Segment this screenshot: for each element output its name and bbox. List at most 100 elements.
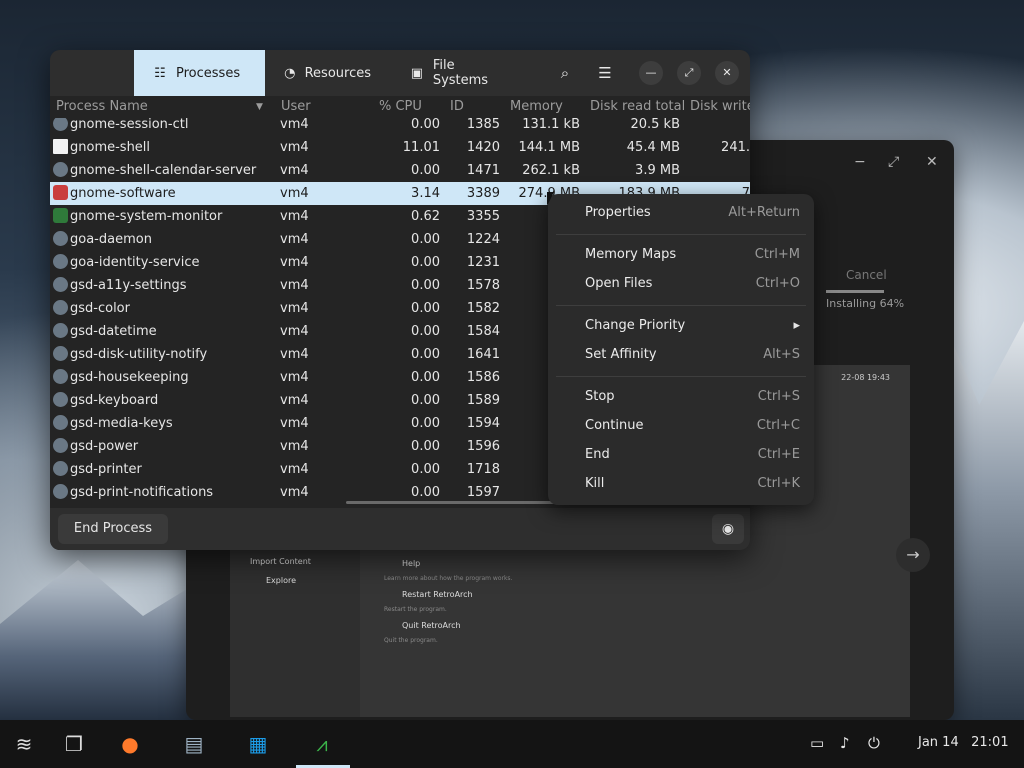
cell-cpu: 0.00 [411,163,440,178]
retroarch-date: 22-08 19:43 [841,373,890,382]
menu-item-end[interactable]: End Ctrl+E [548,441,814,469]
cell-cpu: 0.62 [411,209,440,224]
retroarch-quit-item[interactable]: Quit RetroArch [402,621,461,630]
retroarch-sidebar-explore[interactable]: Explore [266,576,296,585]
menu-item-set-affinity[interactable]: Set Affinity Alt+S [548,341,814,369]
cell-process-name: gsd-keyboard [70,393,159,408]
process-icon [53,139,68,154]
col-disk-write[interactable]: Disk write [690,99,750,114]
col-user[interactable]: User [281,99,311,114]
power-icon[interactable]: ⏻ [868,734,880,752]
tab-file-systems[interactable]: ▣ File Systems [391,50,531,96]
cell-cpu: 0.00 [411,278,440,293]
search-icon[interactable]: ⌕ [553,61,577,85]
menu-separator [556,305,806,306]
menu-item-kill[interactable]: Kill Ctrl+K [548,470,814,498]
bg-minimize-icon[interactable]: − [854,154,866,170]
workspaces-icon[interactable]: ❐ [60,730,88,758]
network-icon[interactable]: ▭ [810,734,824,752]
menu-item-stop[interactable]: Stop Ctrl+S [548,383,814,411]
files-icon[interactable]: ▤ [180,730,208,758]
process-icon [53,484,68,499]
system-monitor-icon[interactable]: ⩘ [308,730,336,758]
cell-user: vm4 [280,118,309,132]
cell-cpu: 0.00 [411,462,440,477]
tab-processes[interactable]: ☷ Processes [134,50,265,96]
retroarch-restart-sub: Restart the program. [384,606,447,613]
firefox-icon[interactable]: ● [116,730,144,758]
cell-user: vm4 [280,393,309,408]
retroarch-restart-item[interactable]: Restart RetroArch [402,590,473,599]
menu-separator [556,376,806,377]
cell-cpu: 0.00 [411,439,440,454]
bg-installing-text: Installing 64% [826,297,905,310]
eye-icon[interactable]: ◉ [712,514,744,544]
footer-bar: End Process ◉ [50,508,750,550]
menu-item-continue[interactable]: Continue Ctrl+C [548,412,814,440]
cell-user: vm4 [280,232,309,247]
cell-process-name: gsd-housekeeping [70,370,189,385]
cell-memory: 262.1 kB [522,163,580,178]
retroarch-sidebar-import[interactable]: Import Content [250,557,311,566]
menu-item-label: Kill [585,476,605,491]
retroarch-help-sub: Learn more about how the program works. [384,575,513,582]
table-row[interactable]: gnome-shell-calendar-server vm4 0.00 1471 26… [50,159,750,182]
minimize-icon[interactable]: — [639,61,663,85]
menu-item-open-files[interactable]: Open Files Ctrl+O [548,270,814,298]
cell-id: 1718 [466,462,500,477]
menu-item-change-priority[interactable]: Change Priority ▸ [548,312,814,340]
software-store-icon[interactable]: ▦ [244,730,272,758]
next-arrow-icon[interactable]: → [896,538,930,572]
table-row[interactable]: gnome-session-ctl vm4 0.00 1385 131.1 kB 20.5… [50,118,750,136]
cell-cpu: 0.00 [411,370,440,385]
cell-user: vm4 [280,140,309,155]
cell-memory: 144.1 MB [518,140,580,155]
cell-user: vm4 [280,324,309,339]
sort-desc-icon[interactable]: ▼ [256,102,263,112]
bg-cancel-button[interactable]: Cancel [846,268,887,282]
col-disk-read[interactable]: Disk read total [590,99,685,114]
table-row[interactable]: gnome-shell vm4 11.01 1420 144.1 MB 45.4 MB 24… [50,136,750,159]
cell-process-name: gnome-session-ctl [70,118,189,132]
retroarch-help-item[interactable]: Help [402,559,420,568]
zorin-menu-icon[interactable]: ≋ [10,730,38,758]
menu-item-properties[interactable]: Properties Alt+Return [548,199,814,227]
process-icon [53,254,68,269]
submenu-arrow-icon: ▸ [793,318,800,333]
col-memory[interactable]: Memory [510,99,563,114]
cell-user: vm4 [280,186,309,201]
hamburger-menu-icon[interactable]: ☰ [593,61,617,85]
cell-id: 1586 [466,370,500,385]
gauge-icon: ◔ [284,65,296,81]
process-icon [53,369,68,384]
end-process-button[interactable]: End Process [58,514,168,544]
cell-id: 1589 [466,393,500,408]
cell-process-name: gsd-datetime [70,324,157,339]
cell-id: 1584 [466,324,500,339]
col-cpu[interactable]: % CPU [379,99,422,114]
cell-user: vm4 [280,163,309,178]
menu-item-shortcut: Alt+Return [728,205,800,220]
clock[interactable]: Jan 14 21:01 [918,735,1009,750]
cell-user: vm4 [280,301,309,316]
menu-item-shortcut: Ctrl+S [757,389,800,404]
volume-icon[interactable]: ♪ [840,734,850,752]
cell-id: 1420 [466,140,500,155]
col-id[interactable]: ID [450,99,464,114]
col-process-name[interactable]: Process Name [56,99,148,114]
menu-item-label: Memory Maps [585,247,677,262]
maximize-icon[interactable]: ⤢ [677,61,701,85]
bg-close-icon[interactable]: ✕ [926,154,938,170]
process-icon [53,461,68,476]
tab-resources[interactable]: ◔ Resources [265,50,389,96]
menu-item-memory-maps[interactable]: Memory Maps Ctrl+M [548,241,814,269]
menu-item-label: Properties [585,205,651,220]
cell-process-name: gsd-a11y-settings [70,278,187,293]
bg-maximize-icon[interactable]: ⤢ [888,154,899,170]
clock-date: Jan 14 [918,735,959,750]
horizontal-scrollbar[interactable] [346,501,570,504]
cell-process-name: gsd-disk-utility-notify [70,347,208,362]
close-icon[interactable]: ✕ [715,61,739,85]
cell-user: vm4 [280,255,309,270]
cell-id: 1641 [466,347,500,362]
